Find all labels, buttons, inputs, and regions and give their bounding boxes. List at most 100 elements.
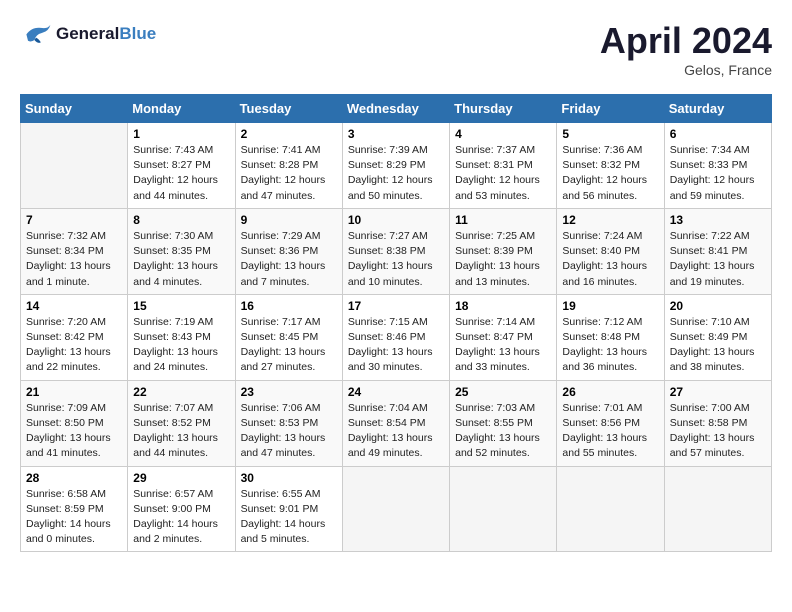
day-number: 27 <box>670 385 766 399</box>
day-info: Sunrise: 7:20 AM Sunset: 8:42 PM Dayligh… <box>26 315 122 376</box>
day-info: Sunrise: 7:43 AM Sunset: 8:27 PM Dayligh… <box>133 143 229 204</box>
day-number: 23 <box>241 385 337 399</box>
day-number: 22 <box>133 385 229 399</box>
day-number: 13 <box>670 213 766 227</box>
day-info: Sunrise: 6:58 AM Sunset: 8:59 PM Dayligh… <box>26 487 122 548</box>
day-info: Sunrise: 7:24 AM Sunset: 8:40 PM Dayligh… <box>562 229 658 290</box>
calendar-header: SundayMondayTuesdayWednesdayThursdayFrid… <box>21 95 772 123</box>
day-info: Sunrise: 6:57 AM Sunset: 9:00 PM Dayligh… <box>133 487 229 548</box>
day-info: Sunrise: 7:25 AM Sunset: 8:39 PM Dayligh… <box>455 229 551 290</box>
day-number: 10 <box>348 213 444 227</box>
day-info: Sunrise: 7:27 AM Sunset: 8:38 PM Dayligh… <box>348 229 444 290</box>
day-info: Sunrise: 7:19 AM Sunset: 8:43 PM Dayligh… <box>133 315 229 376</box>
day-info: Sunrise: 7:14 AM Sunset: 8:47 PM Dayligh… <box>455 315 551 376</box>
calendar-cell: 2 Sunrise: 7:41 AM Sunset: 8:28 PM Daylig… <box>235 123 342 209</box>
day-number: 18 <box>455 299 551 313</box>
day-info: Sunrise: 7:00 AM Sunset: 8:58 PM Dayligh… <box>670 401 766 462</box>
calendar-cell: 28Sunrise: 6:58 AM Sunset: 8:59 PM Dayli… <box>21 466 128 552</box>
calendar-cell: 3Sunrise: 7:39 AM Sunset: 8:29 PM Daylig… <box>342 123 449 209</box>
day-info: Sunrise: 7:04 AM Sunset: 8:54 PM Dayligh… <box>348 401 444 462</box>
day-info: Sunrise: 7:01 AM Sunset: 8:56 PM Dayligh… <box>562 401 658 462</box>
calendar-week-3: 14 Sunrise: 7:20 AM Sunset: 8:42 PM Dayli… <box>21 294 772 380</box>
day-number: 29 <box>133 471 229 485</box>
day-number: 30 <box>241 471 337 485</box>
column-header-monday: Monday <box>128 95 235 123</box>
calendar-cell: 30 Sunrise: 6:55 AM Sunset: 9:01 PM Dayli… <box>235 466 342 552</box>
calendar-cell: 16Sunrise: 7:17 AM Sunset: 8:45 PM Dayli… <box>235 294 342 380</box>
calendar-cell: 22 Sunrise: 7:07 AM Sunset: 8:52 PM Dayli… <box>128 380 235 466</box>
calendar-cell: 6Sunrise: 7:34 AM Sunset: 8:33 PM Daylig… <box>664 123 771 209</box>
calendar-cell <box>342 466 449 552</box>
calendar-cell: 5 Sunrise: 7:36 AM Sunset: 8:32 PM Daylig… <box>557 123 664 209</box>
day-number: 5 <box>562 127 658 141</box>
calendar-cell: 10 Sunrise: 7:27 AM Sunset: 8:38 PM Dayli… <box>342 208 449 294</box>
day-info: Sunrise: 6:55 AM Sunset: 9:01 PM Dayligh… <box>241 487 337 548</box>
day-info: Sunrise: 7:30 AM Sunset: 8:35 PM Dayligh… <box>133 229 229 290</box>
calendar-cell: 12 Sunrise: 7:24 AM Sunset: 8:40 PM Dayli… <box>557 208 664 294</box>
day-info: Sunrise: 7:09 AM Sunset: 8:50 PM Dayligh… <box>26 401 122 462</box>
day-info: Sunrise: 7:36 AM Sunset: 8:32 PM Dayligh… <box>562 143 658 204</box>
calendar-table: SundayMondayTuesdayWednesdayThursdayFrid… <box>20 94 772 552</box>
day-number: 15 <box>133 299 229 313</box>
calendar-cell: 27 Sunrise: 7:00 AM Sunset: 8:58 PM Dayli… <box>664 380 771 466</box>
day-number: 2 <box>241 127 337 141</box>
column-header-sunday: Sunday <box>21 95 128 123</box>
column-header-thursday: Thursday <box>450 95 557 123</box>
calendar-cell: 24 Sunrise: 7:04 AM Sunset: 8:54 PM Dayli… <box>342 380 449 466</box>
calendar-cell: 1 Sunrise: 7:43 AM Sunset: 8:27 PM Daylig… <box>128 123 235 209</box>
logo-icon <box>20 20 52 48</box>
day-info: Sunrise: 7:41 AM Sunset: 8:28 PM Dayligh… <box>241 143 337 204</box>
calendar-cell: 7 Sunrise: 7:32 AM Sunset: 8:34 PM Daylig… <box>21 208 128 294</box>
day-number: 4 <box>455 127 551 141</box>
calendar-cell: 26 Sunrise: 7:01 AM Sunset: 8:56 PM Dayli… <box>557 380 664 466</box>
title-block: April 2024 Gelos, France <box>600 20 772 78</box>
calendar-cell: 9 Sunrise: 7:29 AM Sunset: 8:36 PM Daylig… <box>235 208 342 294</box>
column-header-tuesday: Tuesday <box>235 95 342 123</box>
calendar-body: 1 Sunrise: 7:43 AM Sunset: 8:27 PM Daylig… <box>21 123 772 552</box>
calendar-cell: 4 Sunrise: 7:37 AM Sunset: 8:31 PM Daylig… <box>450 123 557 209</box>
day-number: 1 <box>133 127 229 141</box>
day-number: 12 <box>562 213 658 227</box>
calendar-week-1: 1 Sunrise: 7:43 AM Sunset: 8:27 PM Daylig… <box>21 123 772 209</box>
page-header: GeneralBlue April 2024 Gelos, France <box>20 20 772 78</box>
day-number: 24 <box>348 385 444 399</box>
day-number: 8 <box>133 213 229 227</box>
logo-text: GeneralBlue <box>56 24 156 44</box>
day-number: 21 <box>26 385 122 399</box>
location: Gelos, France <box>600 62 772 78</box>
day-info: Sunrise: 7:15 AM Sunset: 8:46 PM Dayligh… <box>348 315 444 376</box>
day-info: Sunrise: 7:12 AM Sunset: 8:48 PM Dayligh… <box>562 315 658 376</box>
calendar-week-4: 21 Sunrise: 7:09 AM Sunset: 8:50 PM Dayli… <box>21 380 772 466</box>
day-number: 7 <box>26 213 122 227</box>
day-number: 26 <box>562 385 658 399</box>
day-number: 9 <box>241 213 337 227</box>
calendar-cell <box>557 466 664 552</box>
calendar-cell <box>450 466 557 552</box>
calendar-cell: 29 Sunrise: 6:57 AM Sunset: 9:00 PM Dayli… <box>128 466 235 552</box>
day-info: Sunrise: 7:10 AM Sunset: 8:49 PM Dayligh… <box>670 315 766 376</box>
column-header-saturday: Saturday <box>664 95 771 123</box>
day-number: 14 <box>26 299 122 313</box>
month-title: April 2024 <box>600 20 772 62</box>
calendar-cell: 25Sunrise: 7:03 AM Sunset: 8:55 PM Dayli… <box>450 380 557 466</box>
day-info: Sunrise: 7:03 AM Sunset: 8:55 PM Dayligh… <box>455 401 551 462</box>
day-info: Sunrise: 7:32 AM Sunset: 8:34 PM Dayligh… <box>26 229 122 290</box>
day-info: Sunrise: 7:07 AM Sunset: 8:52 PM Dayligh… <box>133 401 229 462</box>
day-info: Sunrise: 7:39 AM Sunset: 8:29 PM Dayligh… <box>348 143 444 204</box>
calendar-cell: 14 Sunrise: 7:20 AM Sunset: 8:42 PM Dayli… <box>21 294 128 380</box>
calendar-cell: 18 Sunrise: 7:14 AM Sunset: 8:47 PM Dayli… <box>450 294 557 380</box>
calendar-cell: 17 Sunrise: 7:15 AM Sunset: 8:46 PM Dayli… <box>342 294 449 380</box>
day-number: 17 <box>348 299 444 313</box>
day-info: Sunrise: 7:37 AM Sunset: 8:31 PM Dayligh… <box>455 143 551 204</box>
day-info: Sunrise: 7:29 AM Sunset: 8:36 PM Dayligh… <box>241 229 337 290</box>
column-header-wednesday: Wednesday <box>342 95 449 123</box>
column-header-friday: Friday <box>557 95 664 123</box>
day-number: 19 <box>562 299 658 313</box>
calendar-cell: 21 Sunrise: 7:09 AM Sunset: 8:50 PM Dayli… <box>21 380 128 466</box>
calendar-cell: 20 Sunrise: 7:10 AM Sunset: 8:49 PM Dayli… <box>664 294 771 380</box>
day-info: Sunrise: 7:34 AM Sunset: 8:33 PM Dayligh… <box>670 143 766 204</box>
day-info: Sunrise: 7:22 AM Sunset: 8:41 PM Dayligh… <box>670 229 766 290</box>
day-number: 20 <box>670 299 766 313</box>
calendar-cell: 8 Sunrise: 7:30 AM Sunset: 8:35 PM Daylig… <box>128 208 235 294</box>
calendar-cell: 23Sunrise: 7:06 AM Sunset: 8:53 PM Dayli… <box>235 380 342 466</box>
